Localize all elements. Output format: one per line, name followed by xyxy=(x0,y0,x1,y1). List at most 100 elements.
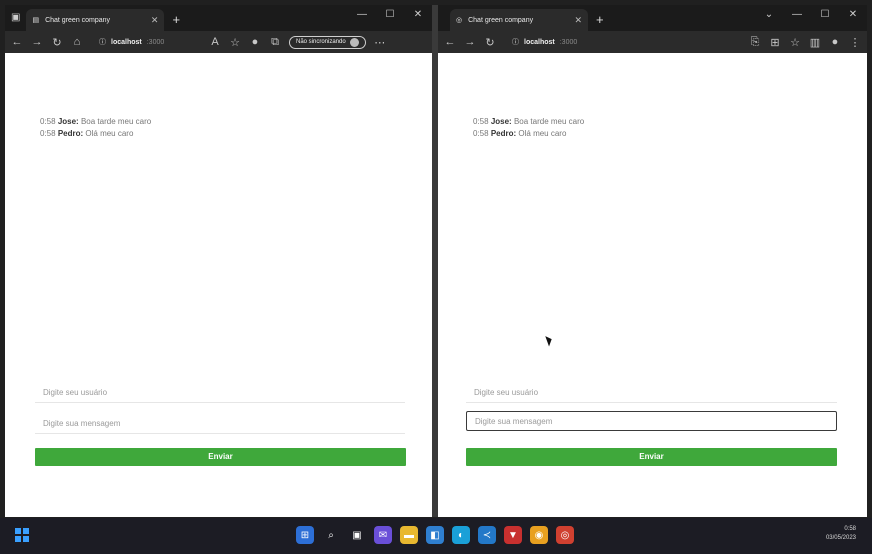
store-icon[interactable]: ◧ xyxy=(426,526,444,544)
share-icon[interactable]: ⎘ xyxy=(749,36,761,49)
left-toolbar: ← → ↻ ⌂ ⓘ localhost :3000 A ☆ ● ⧉ Não si… xyxy=(5,31,432,53)
sync-label: Não sincronizando xyxy=(296,39,346,45)
profile-avatar-icon xyxy=(349,37,359,47)
system-clock[interactable]: 0:58 03/05/2023 xyxy=(826,525,856,543)
message-input[interactable]: Digite sua mensagem xyxy=(35,414,405,434)
left-browser-window: ▣ ▤ Chat green company ✕ + — ☐ ✕ ← → ↻ ⌂… xyxy=(5,5,432,517)
info-icon: ⓘ xyxy=(512,39,519,46)
forward-icon[interactable]: → xyxy=(464,36,476,48)
workspaces-icon[interactable]: ▣ xyxy=(11,5,20,31)
page-icon: ▤ xyxy=(32,17,40,24)
right-address-bar[interactable]: ⓘ localhost :3000 xyxy=(504,34,741,50)
close-window-icon[interactable]: ✕ xyxy=(839,5,867,25)
message-input[interactable]: Digite sua mensagem xyxy=(466,411,837,431)
home-icon[interactable]: ⌂ xyxy=(71,36,83,48)
message-item: 0:58 Jose: Boa tarde meu caro xyxy=(40,116,151,128)
username-input[interactable]: Digite seu usuário xyxy=(466,383,837,403)
back-icon[interactable]: ← xyxy=(11,36,23,48)
search-icon[interactable]: ⌕ xyxy=(322,526,340,544)
maximize-icon[interactable]: ☐ xyxy=(811,5,839,25)
start-menu-icon[interactable]: ⊞ xyxy=(296,526,314,544)
more-options-icon[interactable]: ⋯ xyxy=(374,36,386,49)
app-icon[interactable]: ◎ xyxy=(556,526,574,544)
left-tab-chat[interactable]: ▤ Chat green company ✕ xyxy=(26,9,165,31)
message-item: 0:58 Pedro: Olá meu caro xyxy=(40,128,151,140)
info-icon: ⓘ xyxy=(99,39,106,46)
address-host: localhost xyxy=(524,38,555,46)
sync-status-button[interactable]: Não sincronizando xyxy=(289,35,366,49)
new-tab-icon[interactable]: + xyxy=(596,9,604,31)
side-panel-icon[interactable]: ▥ xyxy=(809,36,821,49)
send-button[interactable]: Enviar xyxy=(466,448,837,466)
address-port: :3000 xyxy=(146,38,165,46)
message-time: 0:58 xyxy=(40,117,56,126)
address-host: localhost xyxy=(111,38,142,46)
right-tab-chat[interactable]: ◎ Chat green company ✕ xyxy=(450,9,588,31)
left-window-controls: — ☐ ✕ xyxy=(348,5,432,25)
message-item: 0:58 Pedro: Olá meu caro xyxy=(473,128,584,140)
extension-icon[interactable]: ● xyxy=(249,36,261,48)
clock-date: 03/05/2023 xyxy=(825,535,856,541)
chat-icon[interactable]: ✉ xyxy=(374,526,392,544)
right-window-controls: ⌄ — ☐ ✕ xyxy=(755,5,867,25)
vscode-icon[interactable]: ≺ xyxy=(478,526,496,544)
left-page-content: 0:58 Jose: Boa tarde meu caro 0:58 Pedro… xyxy=(5,53,432,517)
left-address-bar[interactable]: ⓘ localhost :3000 xyxy=(91,34,201,50)
maximize-icon[interactable]: ☐ xyxy=(376,5,404,25)
forward-icon[interactable]: → xyxy=(31,36,43,48)
right-titlebar: ◎ Chat green company ✕ + ⌄ — ☐ ✕ xyxy=(438,5,867,31)
new-tab-icon[interactable]: + xyxy=(172,9,180,31)
send-button[interactable]: Enviar xyxy=(35,448,406,466)
windows-start-icon[interactable] xyxy=(15,528,29,542)
chrome-icon[interactable]: ◉ xyxy=(530,526,548,544)
file-explorer-icon[interactable]: ▬ xyxy=(400,526,418,544)
app-icon[interactable]: ▼ xyxy=(504,526,522,544)
bookmark-star-icon[interactable]: ☆ xyxy=(789,36,801,49)
menu-icon[interactable]: ⋮ xyxy=(849,36,861,49)
message-text: Olá meu caro xyxy=(85,129,134,138)
desktop-screen: ▣ ▤ Chat green company ✕ + — ☐ ✕ ← → ↻ ⌂… xyxy=(0,0,872,554)
edge-icon[interactable]: ◐ xyxy=(452,526,470,544)
left-tab-title: Chat green company xyxy=(45,16,111,24)
address-port: :3000 xyxy=(559,38,578,46)
right-browser-window: ◎ Chat green company ✕ + ⌄ — ☐ ✕ ← → ↻ ⓘ… xyxy=(438,5,867,517)
minimize-icon[interactable]: — xyxy=(783,5,811,25)
close-tab-icon[interactable]: ✕ xyxy=(151,15,159,26)
message-text: Boa tarde meu caro xyxy=(80,117,152,126)
right-toolbar: ← → ↻ ⓘ localhost :3000 ⎘ ⊞ ☆ ▥ ● ⋮ xyxy=(438,31,867,53)
tab-search-icon[interactable]: ⌄ xyxy=(755,5,783,25)
left-titlebar: ▣ ▤ Chat green company ✕ + — ☐ ✕ xyxy=(5,5,432,31)
refresh-icon[interactable]: ↻ xyxy=(484,36,496,49)
right-page-content: 0:58 Jose: Boa tarde meu caro 0:58 Pedro… xyxy=(438,53,867,517)
install-icon[interactable]: ⊞ xyxy=(769,36,781,49)
read-aloud-icon[interactable]: A xyxy=(209,36,221,48)
close-tab-icon[interactable]: ✕ xyxy=(574,15,582,26)
page-icon: ◎ xyxy=(456,17,463,24)
minimize-icon[interactable]: — xyxy=(348,5,376,25)
message-list: 0:58 Jose: Boa tarde meu caro 0:58 Pedro… xyxy=(40,116,151,140)
clock-time: 0:58 xyxy=(844,526,856,532)
message-time: 0:58 xyxy=(473,117,489,126)
message-user: Jose: xyxy=(490,117,512,126)
message-item: 0:58 Jose: Boa tarde meu caro xyxy=(473,116,584,128)
profile-icon[interactable]: ● xyxy=(829,36,841,48)
message-text: Boa tarde meu caro xyxy=(513,117,585,126)
close-window-icon[interactable]: ✕ xyxy=(404,5,432,25)
refresh-icon[interactable]: ↻ xyxy=(51,36,63,49)
message-text: Olá meu caro xyxy=(518,129,567,138)
message-user: Pedro: xyxy=(57,129,84,138)
taskbar: ⊞ ⌕ ▣ ✉ ▬ ◧ ◐ ≺ ▼ ◉ ◎ 0:58 03/05/2023 xyxy=(0,518,872,554)
taskbar-apps: ⊞ ⌕ ▣ ✉ ▬ ◧ ◐ ≺ ▼ ◉ ◎ xyxy=(296,526,574,544)
message-user: Pedro: xyxy=(490,129,517,138)
username-input[interactable]: Digite seu usuário xyxy=(35,383,405,403)
message-list: 0:58 Jose: Boa tarde meu caro 0:58 Pedro… xyxy=(473,116,584,140)
message-user: Jose: xyxy=(57,117,79,126)
back-icon[interactable]: ← xyxy=(444,36,456,48)
favorites-icon[interactable]: ☆ xyxy=(229,36,241,49)
task-view-icon[interactable]: ▣ xyxy=(348,526,366,544)
right-tab-title: Chat green company xyxy=(468,16,534,24)
message-time: 0:58 xyxy=(40,129,56,138)
mouse-cursor-icon xyxy=(545,334,554,347)
collections-icon[interactable]: ⧉ xyxy=(269,36,281,49)
message-time: 0:58 xyxy=(473,129,489,138)
